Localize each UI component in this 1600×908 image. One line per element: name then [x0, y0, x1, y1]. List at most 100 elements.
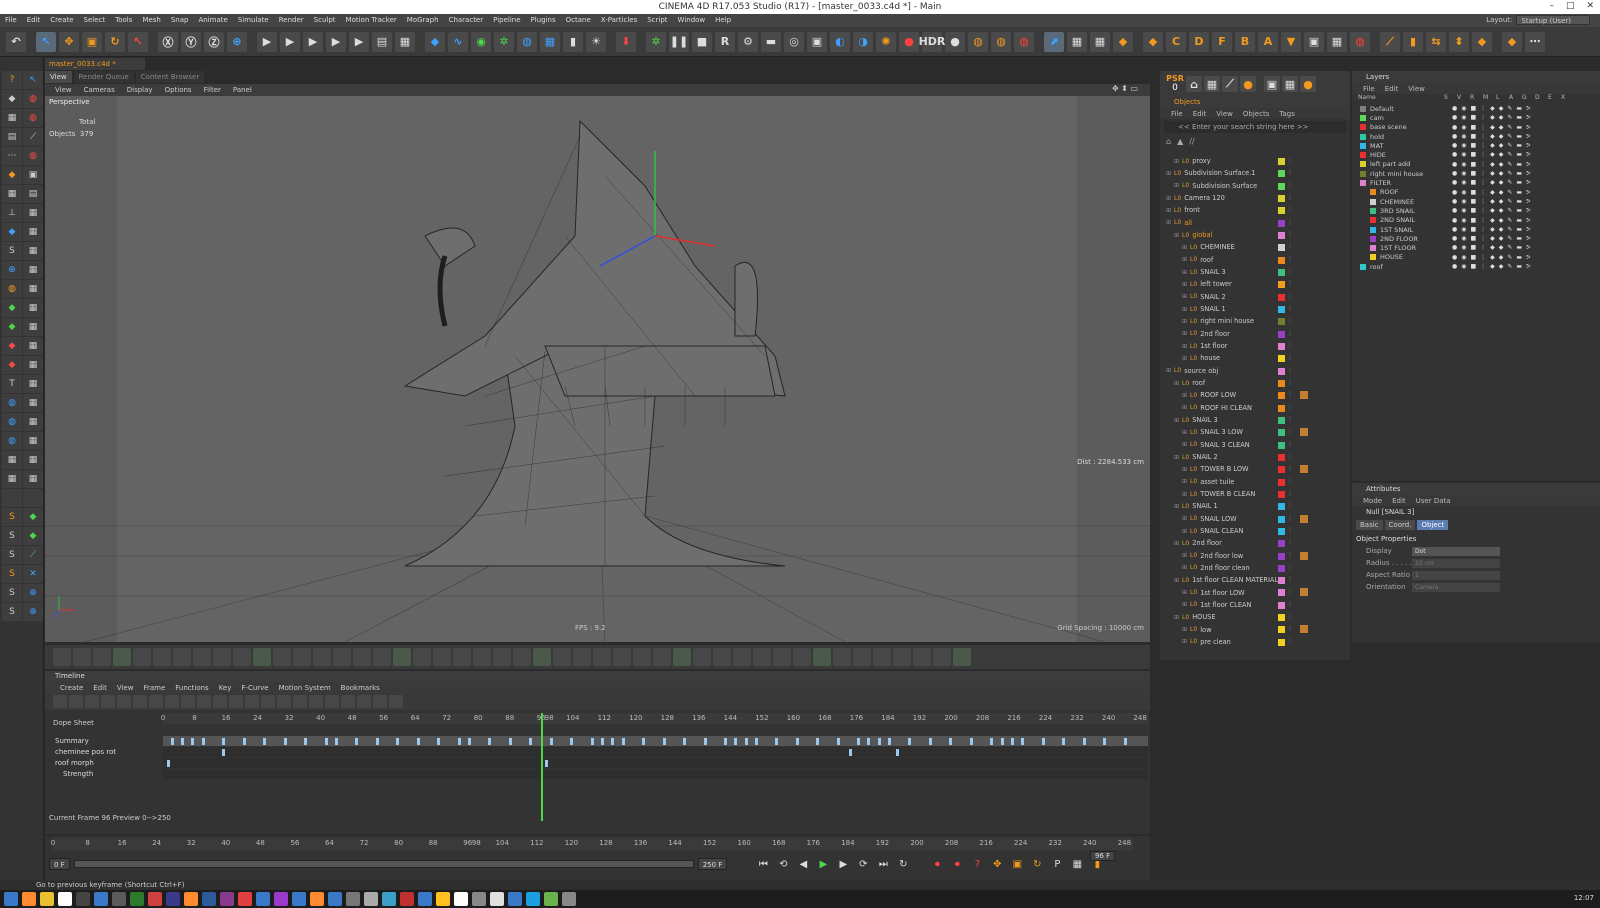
taskbar-app-icon[interactable] — [256, 892, 270, 906]
layer-row[interactable]: 1ST SNAIL ●◉■⋮◆◆✎▬ᕗ — [1360, 225, 1600, 234]
expand-icon[interactable]: ⊞ — [1182, 552, 1187, 559]
timeline-tool-icon[interactable] — [117, 695, 131, 708]
visibility-dots-icon[interactable]: ⋮ — [1287, 601, 1293, 608]
keyframe[interactable] — [1123, 738, 1127, 745]
timeline-tool-icon[interactable] — [133, 695, 147, 708]
keyframe[interactable] — [724, 738, 728, 745]
expand-icon[interactable]: ⊞ — [1182, 491, 1187, 498]
move-icon[interactable]: ✥ — [59, 31, 79, 52]
expand-icon[interactable]: ⊞ — [1166, 207, 1171, 214]
keyframe[interactable] — [529, 738, 533, 745]
layer-name[interactable]: 1ST SNAIL — [1380, 226, 1413, 234]
tweak-mode-icon[interactable]: ◆ — [2, 223, 22, 241]
visibility-dots-icon[interactable]: ⋮ — [1287, 243, 1293, 250]
object-name[interactable]: low — [1200, 626, 1211, 634]
object-name[interactable]: SNAIL 1 — [1192, 502, 1218, 510]
object-name[interactable]: all — [1184, 219, 1192, 227]
menu-item-snap[interactable]: Snap — [166, 14, 194, 27]
layer-flag-icons[interactable]: ●◉■⋮◆◆✎▬ᕗ — [1452, 263, 1534, 270]
keyframe[interactable] — [549, 738, 553, 745]
object-name[interactable]: source obj — [1184, 367, 1218, 375]
object-name[interactable]: right mini house — [1200, 317, 1254, 325]
layer-color-swatch[interactable] — [1278, 207, 1285, 215]
layer-color-swatch[interactable] — [1360, 152, 1366, 159]
bridge-icon[interactable]: ▦ — [23, 204, 43, 222]
array-icon[interactable]: ✲ — [494, 31, 514, 52]
object-row[interactable]: ⊞ L0 SNAIL 3 ⋮ — [1160, 266, 1350, 278]
edge-mode-icon[interactable]: ◆ — [2, 166, 22, 184]
visibility-dots-icon[interactable]: ⋮ — [1287, 490, 1293, 497]
viewport-navigation-icon[interactable]: ✥ ⬍ ▭ — [1106, 84, 1144, 93]
menu-item-tools[interactable]: Tools — [110, 14, 137, 27]
octane-settings-icon[interactable]: ✲ — [646, 31, 666, 52]
layer-color-swatch[interactable] — [1370, 198, 1376, 205]
sculpt-icon[interactable]: ◍ — [23, 90, 43, 108]
palette-tool-icon[interactable] — [793, 648, 811, 666]
timeline-tool-icon[interactable] — [53, 695, 67, 708]
object-row[interactable]: ⊞ L0 SNAIL CLEAN ⋮ — [1160, 525, 1350, 537]
timeline-menu-key[interactable]: Key — [214, 684, 237, 692]
palette-tool-icon[interactable] — [333, 648, 351, 666]
taskbar-app-icon[interactable] — [562, 892, 576, 906]
keyframe[interactable] — [170, 738, 174, 745]
s4-plugin-icon[interactable]: S — [2, 565, 22, 583]
keyframe[interactable] — [457, 738, 461, 745]
xp-system-icon[interactable]: ▦ — [1067, 31, 1087, 52]
layer-color-swatch[interactable] — [1278, 244, 1285, 252]
expand-icon[interactable]: ⊞ — [1182, 589, 1187, 596]
object-name[interactable]: 1st floor CLEAN — [1200, 601, 1251, 609]
timeline-tool-icon[interactable] — [389, 695, 403, 708]
track-lane[interactable] — [163, 758, 1148, 768]
array-left-icon[interactable]: ◍ — [2, 413, 22, 431]
expand-icon[interactable]: ⊞ — [1166, 367, 1171, 374]
object-name[interactable]: SNAIL 2 — [1200, 293, 1226, 301]
layer-name[interactable]: Default — [1370, 105, 1394, 113]
object-row[interactable]: ⊞ L0 ROOF LOW ⋮ — [1160, 389, 1350, 401]
keyframe[interactable] — [857, 738, 861, 745]
expand-icon[interactable]: ⊞ — [1174, 232, 1179, 239]
viewport-menu-cameras[interactable]: Cameras — [78, 86, 121, 94]
object-name[interactable]: ROOF HI CLEAN — [1200, 404, 1252, 412]
object-name[interactable]: 1st floor — [1200, 342, 1227, 350]
palette-tool-icon[interactable] — [953, 648, 971, 666]
taskbar-app-icon[interactable] — [274, 892, 288, 906]
taskbar-app-icon[interactable] — [22, 892, 36, 906]
maximize-button[interactable]: □ — [1566, 1, 1575, 11]
palette-tool-icon[interactable] — [233, 648, 251, 666]
floor-icon[interactable]: ▦ — [540, 31, 560, 52]
object-name[interactable]: asset tuile — [1200, 478, 1234, 486]
live-selection-icon[interactable]: ↖ — [36, 31, 56, 52]
axis-plugin-icon[interactable]: ✕ — [23, 565, 43, 583]
object-row[interactable]: ⊞ L0 1st floor ⋮ — [1160, 340, 1350, 352]
menu-item-x-particles[interactable]: X-Particles — [596, 14, 642, 27]
layers-col-e[interactable]: E — [1548, 94, 1552, 101]
layer-name[interactable]: HOUSE — [1380, 253, 1403, 261]
tab-coord[interactable]: Coord. — [1384, 520, 1416, 530]
expand-icon[interactable]: ⊞ — [1182, 343, 1187, 350]
layer-color-swatch[interactable] — [1278, 441, 1285, 449]
render-view-icon[interactable]: ▶ — [257, 31, 277, 52]
palette-tool-icon[interactable] — [433, 648, 451, 666]
objects-menu-edit[interactable]: Edit — [1188, 110, 1212, 118]
object-name[interactable]: 2nd floor low — [1200, 552, 1243, 560]
menu-item-mograph[interactable]: MoGraph — [402, 14, 444, 27]
spline-tool-icon[interactable]: ⟋ — [1380, 31, 1400, 52]
taskbar-app-icon[interactable] — [310, 892, 324, 906]
object-name[interactable]: HOUSE — [1192, 613, 1215, 621]
layer-color-swatch[interactable] — [1278, 490, 1285, 498]
visibility-dots-icon[interactable]: ⋮ — [1287, 564, 1293, 571]
layer-row[interactable]: ROOF ●◉■⋮◆◆✎▬ᕗ — [1360, 188, 1600, 197]
visibility-dots-icon[interactable]: ⋮ — [1287, 515, 1293, 522]
keyframe[interactable] — [437, 738, 441, 745]
attribute-value[interactable]: Dot — [1412, 546, 1500, 556]
timeline-tool-icon[interactable] — [373, 695, 387, 708]
layer-color-swatch[interactable] — [1370, 245, 1376, 252]
menu-item-help[interactable]: Help — [710, 14, 736, 27]
timeline-menu-f-curve[interactable]: F-Curve — [236, 684, 273, 692]
leaf2-plugin-icon[interactable]: ◆ — [23, 527, 43, 545]
layer-color-swatch[interactable] — [1360, 142, 1366, 149]
visibility-dots-icon[interactable]: ⋮ — [1287, 428, 1293, 435]
b-plugin-icon[interactable]: B — [1235, 31, 1255, 52]
attributes-menu-edit[interactable]: Edit — [1387, 497, 1411, 505]
keyframe[interactable] — [836, 738, 840, 745]
